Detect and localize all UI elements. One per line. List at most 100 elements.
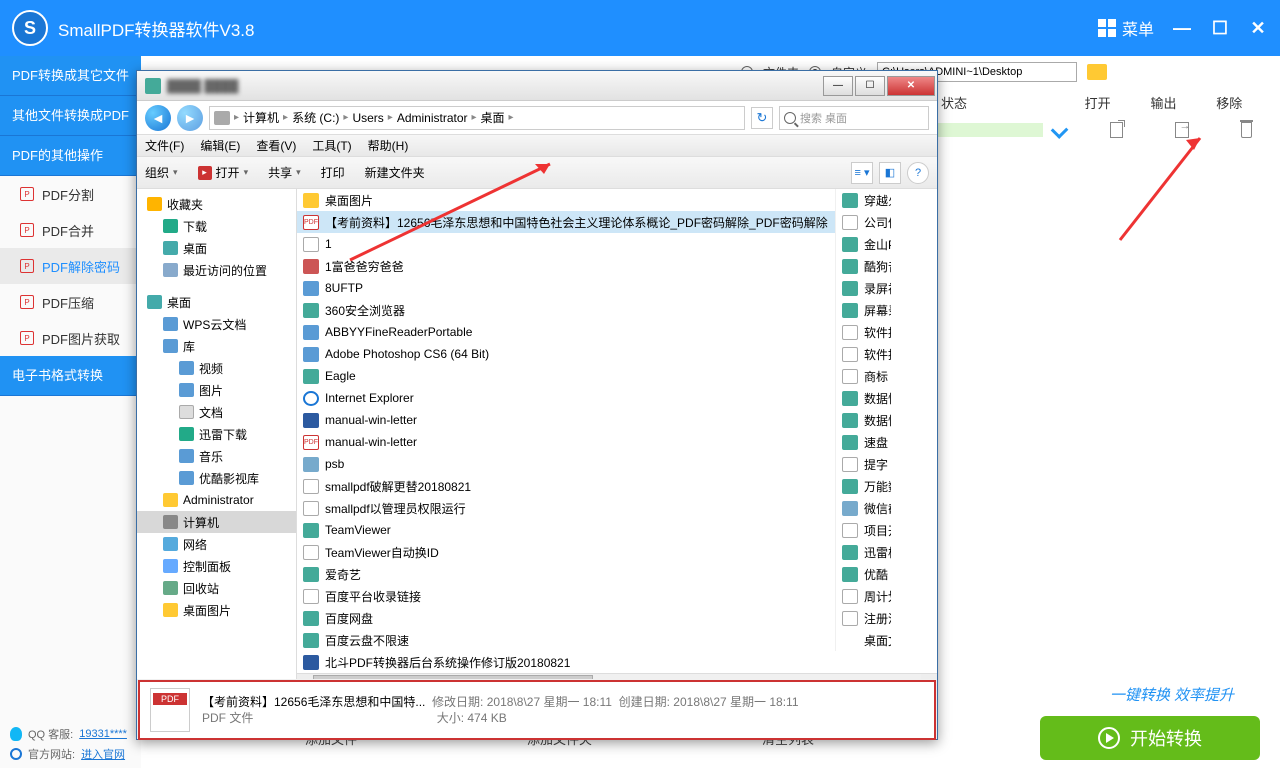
- file-item[interactable]: 百度平台收录链接: [297, 585, 835, 607]
- tree-item[interactable]: 回收站: [137, 577, 296, 599]
- file-item[interactable]: 项目开: [836, 519, 891, 541]
- dialog-titlebar[interactable]: ████ ████ — ☐ ✕: [137, 71, 937, 101]
- dialog-close-button[interactable]: ✕: [887, 76, 935, 96]
- tree-item[interactable]: 桌面图片: [137, 599, 296, 621]
- file-item[interactable]: Eagle: [297, 365, 835, 387]
- breadcrumb[interactable]: ▸计算机 ▸系统 (C:) ▸Users ▸Administrator ▸桌面 …: [209, 106, 745, 130]
- sidebar-item-compress[interactable]: PPDF压缩: [0, 284, 141, 320]
- tree-item[interactable]: 计算机: [137, 511, 296, 533]
- toolbar-organize[interactable]: 组织: [145, 164, 178, 181]
- browse-folder-icon[interactable]: [1087, 64, 1107, 80]
- tree-item[interactable]: 视频: [137, 357, 296, 379]
- file-item[interactable]: 提字: [836, 453, 891, 475]
- remove-file-button[interactable]: [1241, 122, 1252, 138]
- sidebar-cat-2[interactable]: PDF的其他操作: [0, 136, 141, 176]
- sidebar-item-extract-image[interactable]: PPDF图片获取: [0, 320, 141, 356]
- tree-item[interactable]: 网络: [137, 533, 296, 555]
- file-item[interactable]: 万能数: [836, 475, 891, 497]
- qq-link[interactable]: 19331****: [79, 728, 127, 740]
- file-item[interactable]: 1: [297, 233, 835, 255]
- sidebar-cat-0[interactable]: PDF转换成其它文件: [0, 56, 141, 96]
- sidebar-item-merge[interactable]: PPDF合并: [0, 212, 141, 248]
- file-item[interactable]: 百度网盘: [297, 607, 835, 629]
- file-item[interactable]: TeamViewer: [297, 519, 835, 541]
- file-item[interactable]: 公司信: [836, 211, 891, 233]
- sidebar-item-split[interactable]: PPDF分割: [0, 176, 141, 212]
- maximize-button[interactable]: ☐: [1210, 18, 1230, 39]
- tree-item[interactable]: Administrator: [137, 489, 296, 511]
- sidebar-item-unlock[interactable]: PPDF解除密码: [0, 248, 141, 284]
- file-item[interactable]: 软件提: [836, 343, 891, 365]
- file-item[interactable]: Internet Explorer: [297, 387, 835, 409]
- file-item[interactable]: 注册流: [836, 607, 891, 629]
- file-item[interactable]: 酷狗音: [836, 255, 891, 277]
- toolbar-new-folder[interactable]: 新建文件夹: [365, 164, 425, 181]
- scroll-thumb[interactable]: [313, 675, 593, 679]
- menu-button[interactable]: 菜单: [1098, 16, 1154, 40]
- tree-item[interactable]: 音乐: [137, 445, 296, 467]
- file-item[interactable]: 优酷: [836, 563, 891, 585]
- file-item[interactable]: Adobe Photoshop CS6 (64 Bit): [297, 343, 835, 365]
- file-item[interactable]: 数据恢: [836, 409, 891, 431]
- start-convert-button[interactable]: 开始转换: [1040, 716, 1260, 760]
- minimize-button[interactable]: —: [1172, 18, 1192, 39]
- file-item[interactable]: 1富爸爸穷爸爸: [297, 255, 835, 277]
- menu-file[interactable]: 文件(F): [145, 137, 184, 154]
- file-item[interactable]: 屏幕录: [836, 299, 891, 321]
- tree-item[interactable]: 库: [137, 335, 296, 357]
- file-item[interactable]: 迅雷极: [836, 541, 891, 563]
- file-item[interactable]: 百度云盘不限速: [297, 629, 835, 651]
- file-item[interactable]: 桌面图片: [297, 189, 835, 211]
- file-item[interactable]: TeamViewer自动换ID: [297, 541, 835, 563]
- sidebar-cat-3[interactable]: 电子书格式转换: [0, 356, 141, 396]
- tree-item[interactable]: 文档: [137, 401, 296, 423]
- nav-back-button[interactable]: ◄: [145, 105, 171, 131]
- website-link[interactable]: 进入官网: [81, 746, 125, 762]
- tree-item[interactable]: 桌面: [137, 291, 296, 313]
- file-item[interactable]: manual-win-letter: [297, 409, 835, 431]
- toolbar-print[interactable]: 打印: [321, 164, 345, 181]
- file-item[interactable]: 金山PD: [836, 233, 891, 255]
- output-file-button[interactable]: [1175, 122, 1188, 138]
- file-item[interactable]: 【考前资料】12656毛泽东思想和中国特色社会主义理论体系概论_PDF密码解除_…: [297, 211, 835, 233]
- file-item[interactable]: 360安全浏览器: [297, 299, 835, 321]
- file-item[interactable]: 软件提: [836, 321, 891, 343]
- search-input[interactable]: 搜索 桌面: [779, 106, 929, 130]
- tree-item[interactable]: 优酷影视库: [137, 467, 296, 489]
- scroll-left-button[interactable]: ◂: [297, 674, 313, 679]
- help-button[interactable]: ?: [907, 162, 929, 184]
- sidebar-cat-1[interactable]: 其他文件转换成PDF: [0, 96, 141, 136]
- tree-item[interactable]: 收藏夹: [137, 193, 296, 215]
- nav-forward-button[interactable]: ►: [177, 105, 203, 131]
- tree-item[interactable]: 下载: [137, 215, 296, 237]
- file-item[interactable]: 速盘: [836, 431, 891, 453]
- tree-item[interactable]: 迅雷下载: [137, 423, 296, 445]
- file-item[interactable]: 周计划: [836, 585, 891, 607]
- view-mode-button[interactable]: ≡ ▾: [851, 162, 873, 184]
- file-item[interactable]: 录屏视: [836, 277, 891, 299]
- file-item[interactable]: 爱奇艺: [297, 563, 835, 585]
- tree-item[interactable]: 控制面板: [137, 555, 296, 577]
- file-item[interactable]: 桌面文: [836, 629, 891, 651]
- dialog-maximize-button[interactable]: ☐: [855, 76, 885, 96]
- file-item[interactable]: ABBYYFineReaderPortable: [297, 321, 835, 343]
- folder-tree[interactable]: 收藏夹下载桌面最近访问的位置桌面WPS云文档库视频图片文档迅雷下载音乐优酷影视库…: [137, 189, 297, 679]
- file-item[interactable]: 8UFTP: [297, 277, 835, 299]
- file-item[interactable]: 穿越火: [836, 189, 891, 211]
- preview-pane-button[interactable]: ◧: [879, 162, 901, 184]
- dialog-minimize-button[interactable]: —: [823, 76, 853, 96]
- file-item[interactable]: 数据恢: [836, 387, 891, 409]
- scroll-right-button[interactable]: ▸: [921, 674, 937, 679]
- tree-item[interactable]: 桌面: [137, 237, 296, 259]
- tree-item[interactable]: WPS云文档: [137, 313, 296, 335]
- file-item[interactable]: 微信截: [836, 497, 891, 519]
- file-list[interactable]: 桌面图片【考前资料】12656毛泽东思想和中国特色社会主义理论体系概论_PDF密…: [297, 189, 937, 679]
- file-item[interactable]: smallpdf破解更替20180821: [297, 475, 835, 497]
- file-item[interactable]: 商标: [836, 365, 891, 387]
- open-file-button[interactable]: [1110, 122, 1123, 138]
- menu-help[interactable]: 帮助(H): [368, 137, 409, 154]
- toolbar-share[interactable]: 共享: [268, 164, 301, 181]
- horizontal-scrollbar[interactable]: ◂ ▸: [297, 673, 937, 679]
- file-item[interactable]: smallpdf以管理员权限运行: [297, 497, 835, 519]
- menu-edit[interactable]: 编辑(E): [200, 137, 240, 154]
